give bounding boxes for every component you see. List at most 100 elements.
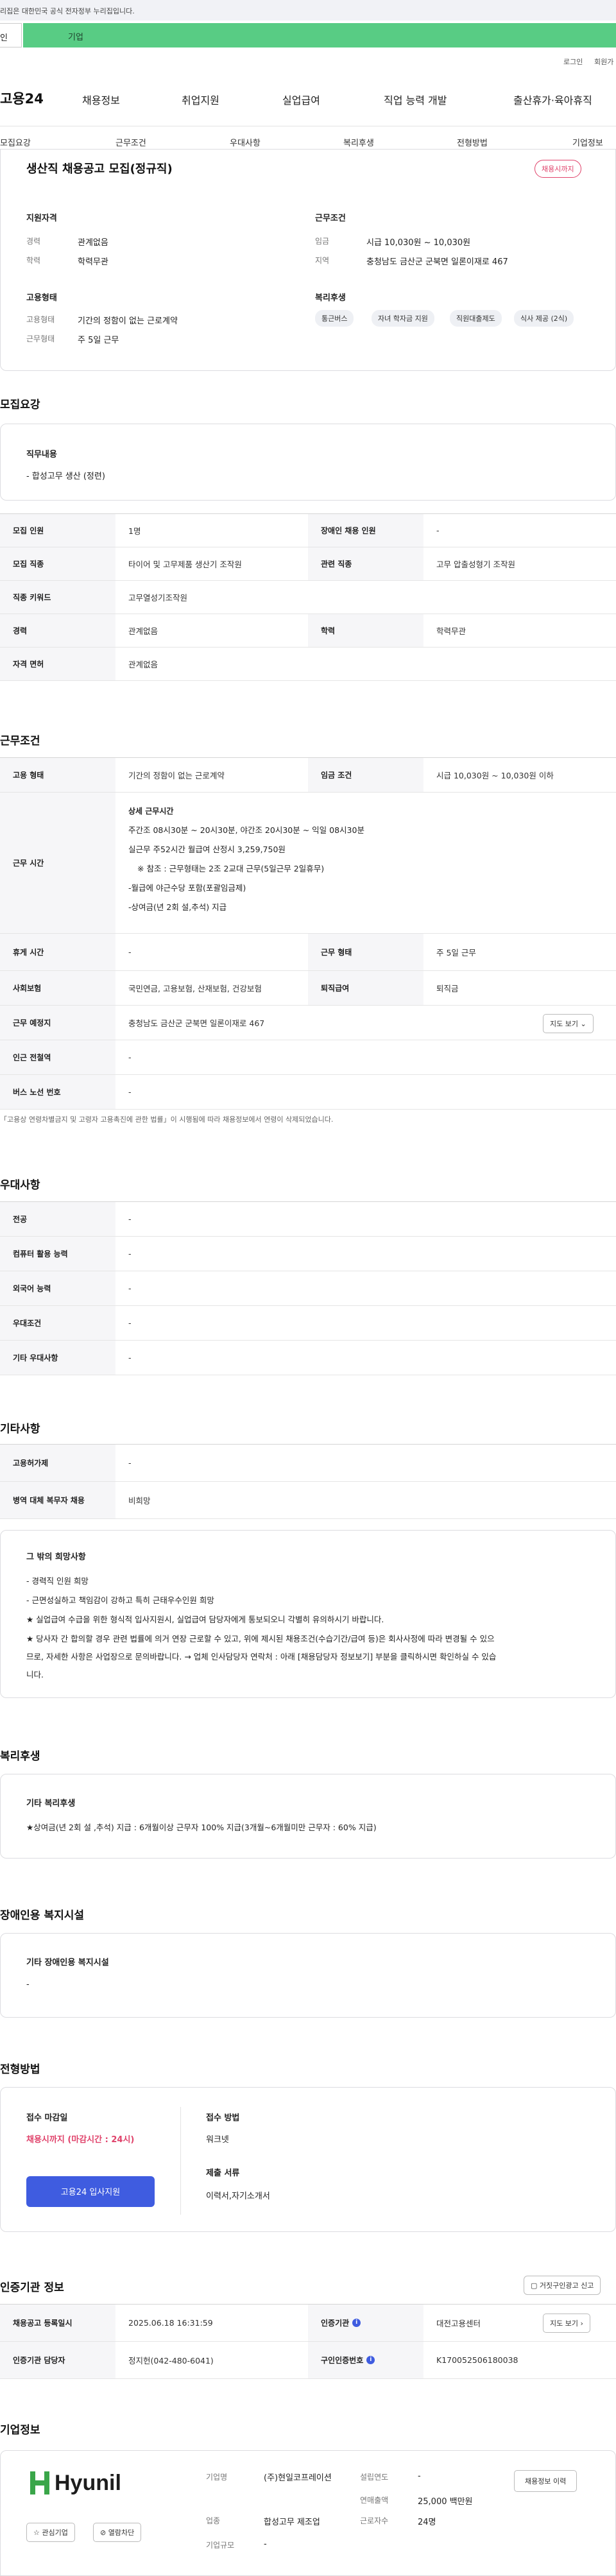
th: 자격 면허 [0,648,116,680]
td: 정지헌(042-480-6041) [128,2356,214,2366]
th: 인증기관 담당자 [0,2342,116,2378]
qual-career-value: 관계없음 [78,238,108,248]
subnav-company[interactable]: 기업정보 [572,136,603,148]
subnav-welfare[interactable]: 복리후생 [343,136,374,148]
table-row: 전공 - [0,1202,616,1237]
block-icon: ⊘ [100,2529,107,2537]
table-row: 모집 직종 타이어 및 고무제품 생산기 조작원 관련 직종 고무 압출성형기 … [0,547,616,581]
td: 1명 [128,526,141,536]
td: - [128,1052,132,1062]
td: 국민연금, 고용보험, 산재보험, 건강보험 [128,984,262,993]
hope-line: - 경력직 인원 희망 [26,1576,89,1586]
table-row: 고용 형태 기간의 정함이 없는 근로계약 임금 조건 시급 10,030원 ~… [0,758,616,793]
document-icon: ▢ [531,2281,538,2290]
apply-button[interactable]: 고용24 입사지원 [26,2176,155,2207]
site-logo[interactable]: 고용24 [0,89,44,108]
cert-table: 채용공고 등록일시 2025.06.18 16:31:59 인증기관 i 대전고용… [0,2304,616,2379]
hope-line: - 근면성실하고 책임감이 강하고 특히 근태우수인원 희망 [26,1595,214,1605]
recruit-table: 모집 인원 1명 장애인 채용 인원 - 모집 직종 타이어 및 고무제품 생산… [0,513,616,681]
star-icon: ☆ [33,2529,40,2537]
table-row: 경력 관계없음 학력 학력무관 [0,614,616,648]
th: 컴퓨터 활용 능력 [0,1237,116,1271]
company-size-label: 기업규모 [206,2541,235,2550]
emp-shift-label: 근무형태 [26,334,55,343]
tab-company[interactable]: 기업 [23,23,616,47]
subnav-selection[interactable]: 전형방법 [457,136,488,148]
table-row: 병역 대체 복무자 채용 비희망 [0,1482,616,1519]
disabled-card-title: 기타 장애인용 복지시설 [26,1958,109,1968]
hope-line: ★ 실업급여 수급을 위한 형식적 입사지원시, 실업급여 담당자에게 통보되오… [26,1615,384,1624]
cert-map-label: 지도 보기 [550,2319,578,2328]
map-view-label: 지도 보기 [550,1020,578,1028]
welfare-chip: 식사 제공 (2식) [514,310,574,327]
table-row: 모집 인원 1명 장애인 채용 인원 - [0,514,616,547]
login-link[interactable]: 로그인 [563,56,583,67]
info-icon[interactable]: i [366,2356,375,2364]
report-fake-ad-label: 거짓구인광고 신고 [539,2281,594,2290]
hope-title: 그 밖의 희망사항 [26,1552,86,1562]
hope-line: 니다. [26,1670,44,1679]
th: 모집 직종 [0,547,116,580]
gnb-menu-parental-leave[interactable]: 출산휴가·육아휴직 [513,92,592,107]
job-title: 생산직 채용공고 모집(정규직) [26,162,173,176]
qual-title: 지원자격 [26,214,57,223]
table-row: 인증기관 담당자 정지헌(042-480-6041) 구인인증번호 i K1700… [0,2342,616,2379]
duty-title: 직무내용 [26,450,57,459]
gnb-menu-skill-development[interactable]: 직업 능력 개발 [384,92,447,107]
hours-line: ※ 참조 : 근무형태는 2조 2교대 근무(5일근무 2일휴무) [137,864,325,873]
block-view-label: 열람차단 [108,2529,135,2537]
signup-link[interactable]: 회원가 [594,56,613,67]
work-table: 고용 형태 기간의 정함이 없는 근로계약 임금 조건 시급 10,030원 ~… [0,757,616,1110]
td: 충청남도 금산군 군북면 일론이재로 467 [128,1018,265,1028]
td: 주 5일 근무 [436,948,476,957]
report-fake-ad-button[interactable]: ▢ 거짓구인광고 신고 [524,2276,601,2295]
cert-map-button[interactable]: 지도 보기 › [543,2314,590,2333]
subnav-recruit[interactable]: 모집요강 [0,136,31,148]
work-section-title: 근무조건 [0,735,40,748]
th: 직종 키워드 [0,581,116,614]
user-type-tabs: 인 기업 [0,23,616,47]
cond-wage-label: 임금 [315,237,330,246]
table-row: 직종 키워드 고무열성기조작원 [0,581,616,614]
td: 2025.06.18 16:31:59 [128,2318,213,2328]
info-icon[interactable]: i [352,2319,361,2327]
block-view-button[interactable]: ⊘ 열람차단 [93,2523,142,2542]
gnb-menu-jobs[interactable]: 채용정보 [82,92,120,107]
subnav-preferences[interactable]: 우대사항 [230,136,261,148]
gov-notice-bar: 리집은 대한민국 공식 전자정부 누리집입니다. [0,0,616,21]
td: - [128,1458,132,1468]
cond-region-value: 충청남도 금산군 군북면 일론이재로 467 [366,257,508,267]
subnav-work-conditions[interactable]: 근무조건 [116,136,146,148]
disabled-section-title: 장애인용 복지시설 [0,1909,85,1922]
td: - [128,1318,132,1328]
hours-detail-title: 상세 근무시간 [128,807,174,816]
td: 타이어 및 고무제품 생산기 조작원 [128,560,242,569]
th: 전공 [0,1202,116,1236]
deadline-label: 접수 마감일 [26,2113,68,2123]
table-row: 인근 전철역 - [0,1040,616,1075]
welfare-card-text: ★상여금(년 2회 설 ,추석) 지급 : 6개월이상 근무자 100% 지급(… [26,1823,377,1832]
method-label: 접수 방법 [206,2113,240,2123]
emp-title: 고용형태 [26,293,57,303]
gnb-menu-unemployment-benefit[interactable]: 실업급여 [282,92,320,107]
tab-person[interactable]: 인 [0,23,22,47]
cert-number-label: 구인인증번호 [321,2356,364,2365]
chevron-down-icon: ⌄ [580,1020,586,1028]
disabled-card-text: - [26,1980,30,1989]
company-logo-text: Hyunil [55,2470,121,2495]
gov-notice-text: 리집은 대한민국 공식 전자정부 누리집입니다. [0,7,135,15]
map-view-button[interactable]: 지도 보기 ⌄ [543,1014,594,1033]
interest-company-label: 관심기업 [42,2529,68,2537]
qual-edu-value: 학력무관 [78,257,108,267]
gnb-menu-employment-support[interactable]: 취업지원 [182,92,219,107]
th: 근무 시간 [0,793,116,933]
welfare-title: 복리후생 [315,293,346,303]
docs-label: 제출 서류 [206,2168,240,2178]
divider [180,2107,181,2215]
table-row: 휴게 시간 - 근무 형태 주 5일 근무 [0,934,616,971]
company-name-value: (주)현일코프레이션 [264,2473,332,2483]
table-row: 근무 시간 상세 근무시간 주간조 08시30분 ~ 20시30분, 야간조 2… [0,793,616,934]
job-history-button[interactable]: 채용정보 이력 [514,2470,578,2492]
qual-career-label: 경력 [26,237,41,246]
interest-company-button[interactable]: ☆ 관심기업 [26,2523,75,2542]
